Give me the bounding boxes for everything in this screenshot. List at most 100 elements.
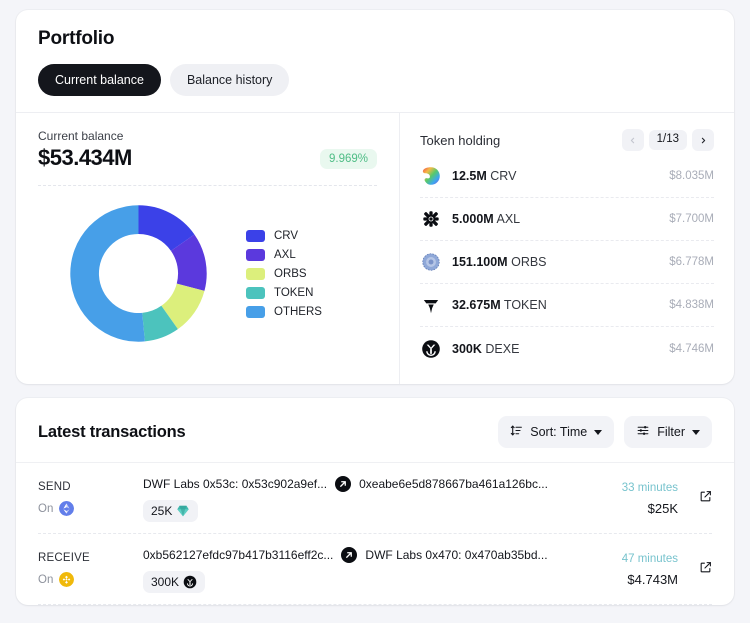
transaction-detail-col: DWF Labs 0x53c: 0x53c902a9ef... 0xeabe6e… xyxy=(143,476,570,522)
transaction-time: 33 minutes xyxy=(570,482,678,494)
balance-row: $53.434M 9.969% xyxy=(38,145,377,171)
transaction-to-address[interactable]: 0xeabe6e5d878667ba461a126bc... xyxy=(359,477,548,491)
legend-label: TOKEN xyxy=(274,287,313,299)
transaction-type: RECEIVE xyxy=(38,552,143,564)
portfolio-header: Portfolio Current balance Balance histor… xyxy=(16,10,734,112)
transfer-arrow-icon xyxy=(335,476,351,492)
transaction-amount: 25K xyxy=(151,504,172,518)
transaction-link-col xyxy=(678,490,712,508)
transaction-type-col: SEND On xyxy=(38,481,143,516)
external-link-icon[interactable] xyxy=(699,490,712,508)
token-token-icon xyxy=(420,294,442,316)
token-holding-row[interactable]: 12.5M CRV$8.035M xyxy=(420,155,714,198)
token-holding-header: Token holding 1/13 xyxy=(420,129,714,151)
orbs-token-icon xyxy=(420,251,442,273)
sort-icon xyxy=(510,424,523,440)
token-name: 12.5M CRV xyxy=(452,169,669,183)
transactions-list: SEND On DWF Labs 0x53c: 0x53c902a9ef... … xyxy=(16,462,734,605)
token-holding-list: 12.5M CRV$8.035M 5.000M AXL$7.700M 151.1… xyxy=(420,155,714,370)
token-usd-value: $4.746M xyxy=(669,343,714,355)
transactions-title: Latest transactions xyxy=(38,423,186,442)
legend-label: CRV xyxy=(274,230,298,242)
legend-item-orbs: ORBS xyxy=(246,268,322,280)
token-holding-row[interactable]: 32.675M TOKEN$4.838M xyxy=(420,284,714,327)
transaction-addresses: DWF Labs 0x53c: 0x53c902a9ef... 0xeabe6e… xyxy=(143,476,570,492)
chart-legend: CRV AXL ORBS TOKEN OTHERS xyxy=(246,230,322,318)
legend-swatch xyxy=(246,306,265,318)
transaction-detail-col: 0xb562127efdc97b417b3116eff2c... DWF Lab… xyxy=(143,547,570,593)
token-holding-row[interactable]: 5.000M AXL$7.700M xyxy=(420,198,714,241)
transaction-chain: On xyxy=(38,501,143,516)
balance-label: Current balance xyxy=(38,129,377,143)
transaction-amount-badge: 300K xyxy=(143,571,205,593)
tab-current-balance[interactable]: Current balance xyxy=(38,64,161,96)
chevron-down-icon xyxy=(594,430,602,435)
token-holding-title: Token holding xyxy=(420,133,500,148)
dexe-token-icon xyxy=(420,338,442,360)
legend-swatch xyxy=(246,268,265,280)
transaction-time: 47 minutes xyxy=(570,553,678,565)
token-holding-pager: 1/13 xyxy=(622,129,714,151)
on-label: On xyxy=(38,503,53,515)
legend-swatch xyxy=(246,249,265,261)
transaction-from-address[interactable]: 0xb562127efdc97b417b3116eff2c... xyxy=(143,548,333,562)
legend-swatch xyxy=(246,287,265,299)
transaction-to-address[interactable]: DWF Labs 0x470: 0x470ab35bd... xyxy=(365,548,547,562)
balance-amount: $53.434M xyxy=(38,145,132,171)
legend-swatch xyxy=(246,230,265,242)
token-name: 151.100M ORBS xyxy=(452,255,669,269)
token-holding-panel: Token holding 1/13 12.5M CRV$8. xyxy=(399,113,734,384)
token-diamond-icon xyxy=(176,504,190,518)
external-link-icon[interactable] xyxy=(699,561,712,579)
legend-item-crv: CRV xyxy=(246,230,322,242)
donut-chart xyxy=(61,196,216,351)
token-usd-value: $7.700M xyxy=(669,213,714,225)
transactions-header: Latest transactions Sort: Time xyxy=(16,398,734,462)
axl-token-icon xyxy=(420,208,442,230)
token-usd-value: $8.035M xyxy=(669,170,714,182)
transfer-arrow-icon xyxy=(341,547,357,563)
filter-icon xyxy=(636,424,650,440)
transaction-chain: On xyxy=(38,572,143,587)
balance-divider xyxy=(38,185,377,186)
transaction-from-address[interactable]: DWF Labs 0x53c: 0x53c902a9ef... xyxy=(143,477,327,491)
transaction-meta-col: 33 minutes $25K xyxy=(570,482,678,516)
filter-label: Filter xyxy=(657,425,685,439)
transaction-amount: 300K xyxy=(151,575,179,589)
sort-button[interactable]: Sort: Time xyxy=(498,416,614,448)
transaction-type-col: RECEIVE On xyxy=(38,552,143,587)
transaction-row[interactable]: RECEIVE On 0xb562127efdc97b417b3116eff2c… xyxy=(38,534,712,605)
token-usd-value: $4.838M xyxy=(669,299,714,311)
token-holding-row[interactable]: 300K DEXE$4.746M xyxy=(420,327,714,370)
transaction-meta-col: 47 minutes $4.743M xyxy=(570,553,678,587)
legend-label: AXL xyxy=(274,249,296,261)
filter-button[interactable]: Filter xyxy=(624,416,712,448)
token-name: 300K DEXE xyxy=(452,342,669,356)
transaction-usd-value: $25K xyxy=(570,501,678,516)
chevron-right-icon[interactable] xyxy=(692,129,714,151)
donut-segment-others[interactable] xyxy=(70,205,145,341)
portfolio-card: Portfolio Current balance Balance histor… xyxy=(16,10,734,384)
token-name: 5.000M AXL xyxy=(452,212,669,226)
tab-balance-history[interactable]: Balance history xyxy=(170,64,289,96)
transaction-addresses: 0xb562127efdc97b417b3116eff2c... DWF Lab… xyxy=(143,547,570,563)
transaction-link-col xyxy=(678,561,712,579)
token-holding-row[interactable]: 151.100M ORBS$6.778M xyxy=(420,241,714,284)
page-title: Portfolio xyxy=(38,28,712,50)
legend-label: OTHERS xyxy=(274,306,322,318)
transaction-row[interactable]: SEND On DWF Labs 0x53c: 0x53c902a9ef... … xyxy=(38,463,712,534)
portfolio-body: Current balance $53.434M 9.969% CRV AXL OR… xyxy=(16,112,734,384)
latest-transactions-card: Latest transactions Sort: Time xyxy=(16,398,734,605)
sort-label: Sort: Time xyxy=(530,425,587,439)
token-name: 32.675M TOKEN xyxy=(452,298,669,312)
legend-label: ORBS xyxy=(274,268,307,280)
crv-token-icon xyxy=(420,165,442,187)
legend-item-others: OTHERS xyxy=(246,306,322,318)
portfolio-page: Portfolio Current balance Balance histor… xyxy=(0,0,750,623)
chevron-left-icon[interactable] xyxy=(622,129,644,151)
ethereum-chain-icon xyxy=(59,501,74,516)
transaction-usd-value: $4.743M xyxy=(570,572,678,587)
on-label: On xyxy=(38,574,53,586)
transactions-controls: Sort: Time Filter xyxy=(498,416,712,448)
bnb-chain-icon xyxy=(59,572,74,587)
